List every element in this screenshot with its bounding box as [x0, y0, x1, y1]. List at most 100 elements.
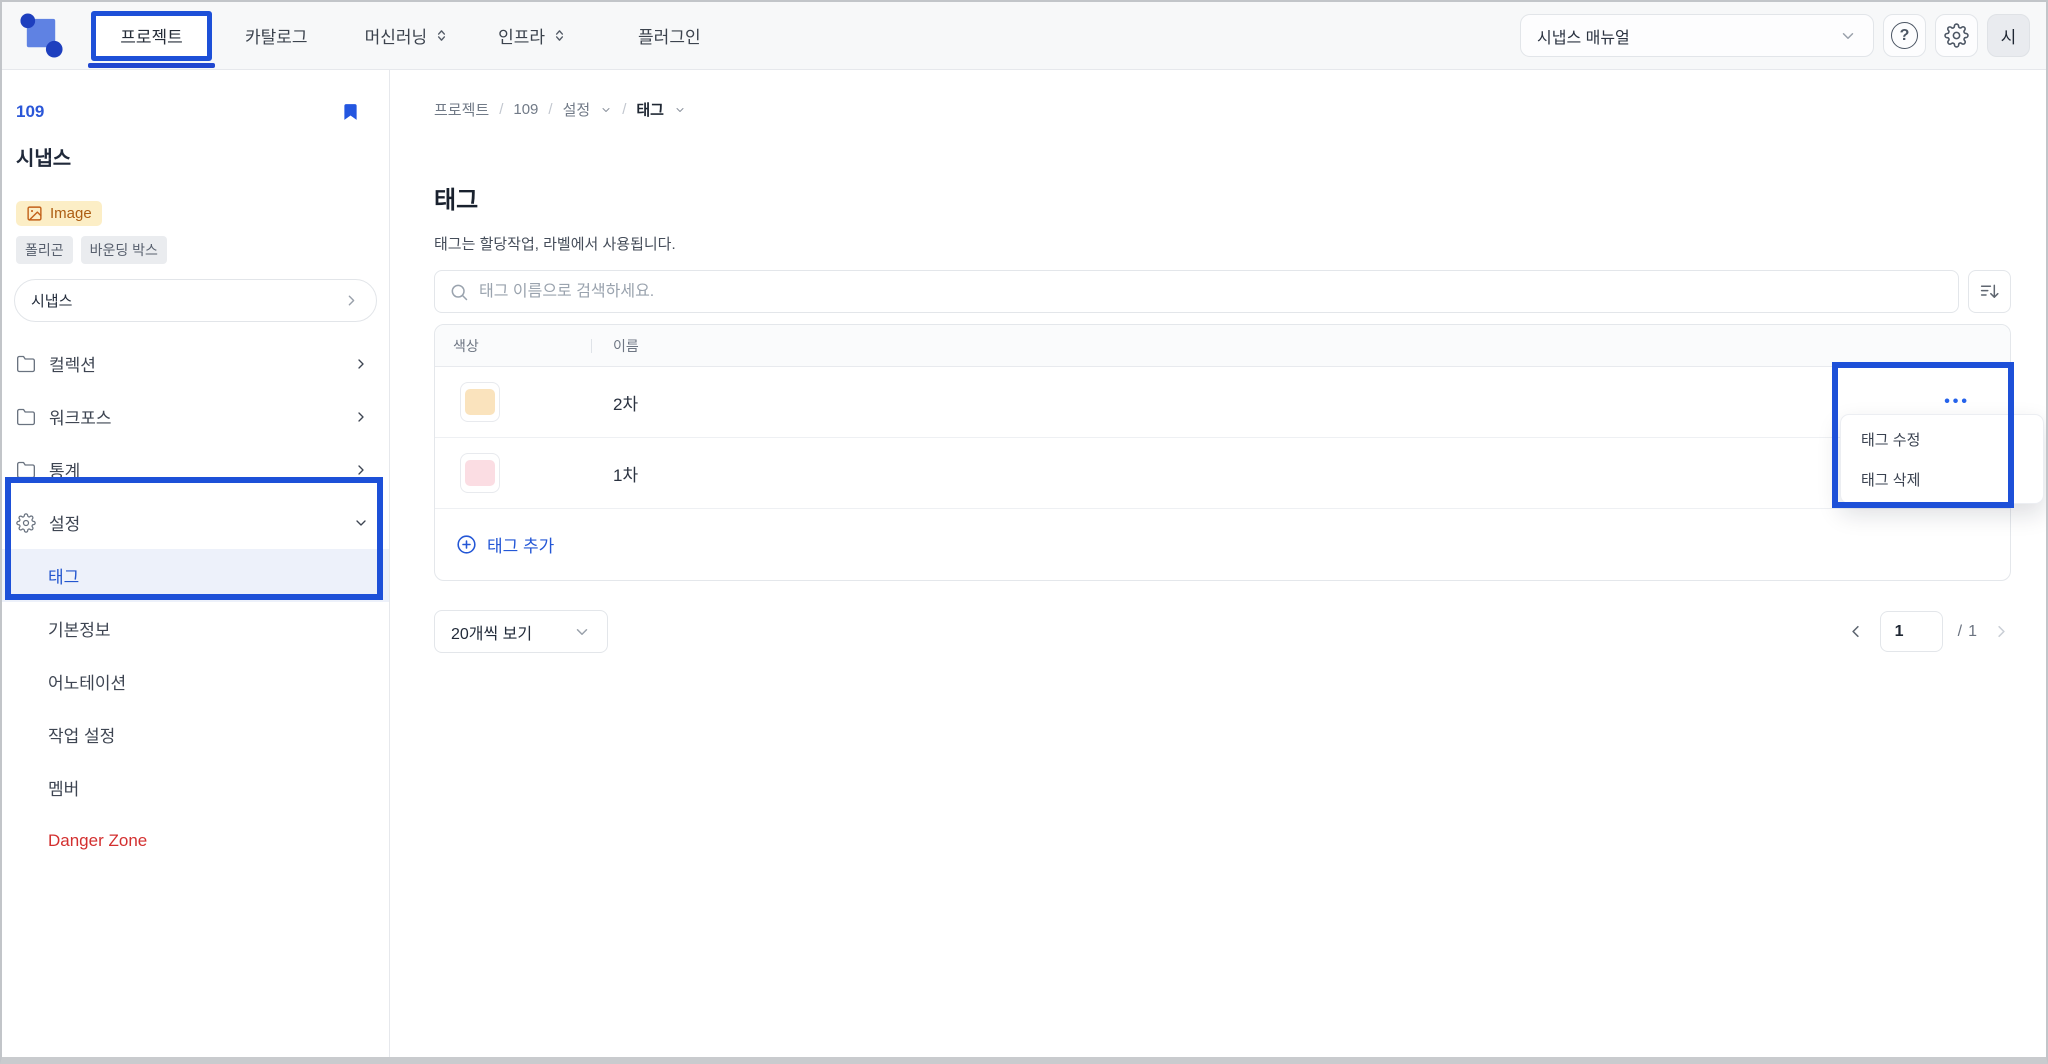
- page-description: 태그는 할당작업, 라벨에서 사용됩니다.: [434, 236, 676, 253]
- user-avatar[interactable]: 시: [1987, 14, 2030, 57]
- table-header: 색상 이름: [435, 325, 2010, 367]
- badge-bounding-box: 바운딩 박스: [80, 236, 167, 264]
- chevron-down-icon: [1842, 32, 1854, 39]
- add-tag-button[interactable]: 태그 추가: [456, 532, 554, 557]
- help-icon: ?: [1891, 22, 1918, 49]
- logo-icon: [20, 13, 63, 58]
- main-content: 프로젝트 / 109 / 설정 / 태그 태그 태그는 할당작업, 라벨에서 사…: [390, 70, 2046, 1057]
- body: 109 시냅스 Image 폴리곤 바운딩 박스 시냅스 컬렉션 워크포스 통계…: [2, 70, 2046, 1057]
- sidebar-item-label: 설정: [49, 515, 81, 534]
- tab-machine-learning[interactable]: 머신러닝: [365, 23, 451, 48]
- tag-name: 1차: [613, 465, 639, 485]
- chevron-right-icon: [358, 358, 364, 369]
- pagination-controls: / 1: [1846, 611, 2011, 652]
- tag-name: 2차: [613, 394, 639, 414]
- sidebar-subitem-members[interactable]: 멤버: [2, 761, 389, 814]
- image-icon: [27, 206, 42, 221]
- gear-icon: [1944, 23, 1969, 48]
- add-tag-label: 태그 추가: [487, 537, 555, 556]
- help-button[interactable]: ?: [1883, 14, 1926, 57]
- search-icon: [451, 284, 468, 300]
- chevron-right-icon[interactable]: [1992, 622, 2011, 641]
- project-id: 109: [16, 102, 45, 121]
- sidebar: 109 시냅스 Image 폴리곤 바운딩 박스 시냅스 컬렉션 워크포스 통계…: [2, 70, 390, 1057]
- gear-icon: [16, 512, 36, 533]
- chevron-down-icon[interactable]: [600, 104, 612, 116]
- project-type-badge: Image: [16, 201, 102, 226]
- tab-infra[interactable]: 인프라: [498, 23, 568, 48]
- sort-button[interactable]: [1968, 270, 2011, 313]
- annotation-type-badges: 폴리곤 바운딩 박스: [16, 236, 375, 264]
- tab-catalog[interactable]: 카탈로그: [245, 23, 308, 48]
- chevron-right-icon: [358, 411, 364, 422]
- app-window: 프로젝트 카탈로그 머신러닝 인프라 플러그인 시냅스 매뉴얼 ? 시 109 …: [0, 0, 2048, 1064]
- breadcrumb: 프로젝트 / 109 / 설정 / 태그: [434, 99, 2011, 120]
- column-header-color: 색상: [453, 337, 479, 354]
- project-selector[interactable]: 시냅스: [14, 279, 377, 322]
- badge-polygon: 폴리곤: [16, 236, 73, 264]
- page-size-select[interactable]: 20개씩 보기: [434, 610, 608, 653]
- sidebar-item-label: 통계: [49, 462, 81, 481]
- page-size-value: 20개씩 보기: [451, 625, 533, 643]
- plus-circle-icon: [457, 535, 476, 554]
- settings-button[interactable]: [1935, 14, 1978, 57]
- tag-color-swatch: [460, 382, 500, 422]
- chevron-left-icon[interactable]: [1846, 622, 1865, 641]
- folder-icon: [17, 461, 35, 478]
- updown-chevron-icon: [438, 30, 446, 41]
- column-divider: [591, 338, 592, 353]
- sidebar-item-settings[interactable]: 설정: [2, 496, 389, 549]
- tab-infra-label: 인프라: [498, 28, 546, 47]
- updown-chevron-icon: [556, 30, 564, 41]
- active-tab-indicator: [88, 63, 215, 68]
- app-logo[interactable]: [18, 12, 65, 59]
- table-footer: 태그 추가: [435, 509, 2010, 580]
- sidebar-subitem-tags[interactable]: 태그: [2, 549, 389, 602]
- sidebar-subitem-basic-info[interactable]: 기본정보: [2, 602, 389, 655]
- pagination-row: 20개씩 보기 / 1: [434, 610, 2011, 653]
- sidebar-item-statistics[interactable]: 통계: [2, 443, 389, 496]
- sidebar-item-workforce[interactable]: 워크포스: [2, 390, 389, 443]
- breadcrumb-settings[interactable]: 설정: [563, 99, 591, 120]
- search-input[interactable]: [479, 282, 1944, 301]
- project-name: 시냅스: [16, 148, 72, 170]
- sidebar-item-collections[interactable]: 컬렉션: [2, 337, 389, 390]
- tab-plugins[interactable]: 플러그인: [638, 23, 701, 48]
- manual-dropdown[interactable]: 시냅스 매뉴얼: [1520, 14, 1874, 57]
- sort-icon: [1980, 284, 1999, 298]
- manual-dropdown-value: 시냅스 매뉴얼: [1537, 29, 1630, 47]
- table-row[interactable]: 1차 •••: [435, 438, 2010, 509]
- row-actions-button[interactable]: •••: [1944, 393, 1970, 411]
- breadcrumb-project-id[interactable]: 109: [513, 101, 538, 118]
- page-total-value: 1: [1968, 622, 1977, 640]
- bookmark-icon[interactable]: [340, 100, 361, 124]
- sidebar-subitem-danger-zone[interactable]: Danger Zone: [2, 814, 389, 867]
- breadcrumb-projects[interactable]: 프로젝트: [434, 99, 489, 120]
- folder-icon: [17, 355, 35, 372]
- topbar: 프로젝트 카탈로그 머신러닝 인프라 플러그인 시냅스 매뉴얼 ? 시: [2, 2, 2046, 70]
- breadcrumb-tags[interactable]: 태그: [636, 99, 664, 120]
- page-number-input[interactable]: [1879, 611, 1943, 652]
- breadcrumb-separator: /: [499, 101, 504, 118]
- menu-item-edit-tag[interactable]: 태그 수정: [1841, 421, 2043, 458]
- tab-projects[interactable]: 프로젝트: [120, 23, 183, 48]
- tags-table: 색상 이름 2차 ••• 1차 •••: [434, 324, 2011, 581]
- chevron-down-icon[interactable]: [674, 104, 686, 116]
- tag-color-swatch: [460, 453, 500, 493]
- sidebar-item-label: 컬렉션: [49, 356, 96, 375]
- main-nav: 프로젝트 카탈로그 머신러닝 인프라 플러그인: [91, 10, 701, 61]
- project-selector-value: 시냅스: [31, 293, 73, 310]
- sidebar-subitem-task-settings[interactable]: 작업 설정: [2, 708, 389, 761]
- project-header: 109: [16, 100, 361, 124]
- page-total: / 1: [1958, 623, 1977, 641]
- table-row[interactable]: 2차 •••: [435, 367, 2010, 438]
- chevron-down-icon: [576, 628, 588, 635]
- sidebar-menu: 컬렉션 워크포스 통계 설정 태그 기본정보 어노테이션 작업 설정 멤버 Da…: [2, 337, 389, 867]
- chevron-right-icon: [358, 464, 364, 475]
- annotation-box-projects-tab: 프로젝트: [91, 10, 212, 61]
- sidebar-subitem-annotation[interactable]: 어노테이션: [2, 655, 389, 708]
- search-row: [434, 270, 2011, 313]
- page-title: 태그: [434, 187, 479, 214]
- column-header-name: 이름: [613, 337, 639, 354]
- menu-item-delete-tag[interactable]: 태그 삭제: [1841, 461, 2043, 498]
